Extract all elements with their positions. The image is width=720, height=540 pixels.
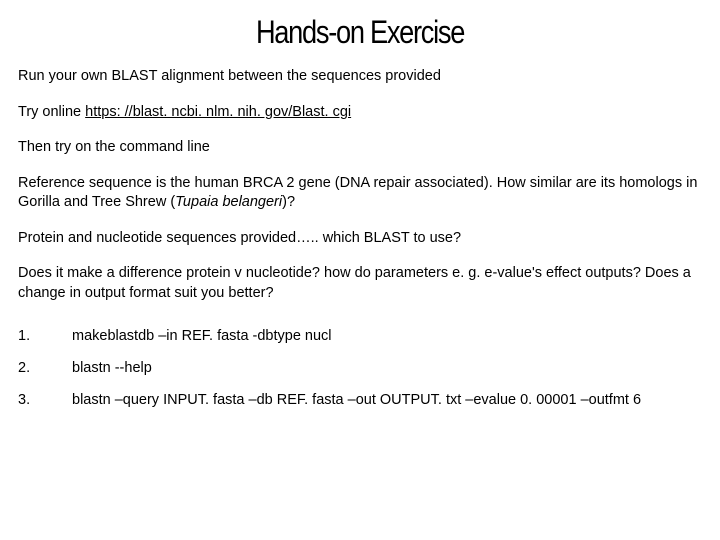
step-row: 2. blastn --help (18, 352, 702, 384)
command-steps: 1. makeblastdb –in REF. fasta -dbtype nu… (18, 320, 702, 416)
blast-url-link[interactable]: https: //blast. ncbi. nlm. nih. gov/Blas… (85, 104, 351, 120)
step-number: 1. (18, 320, 72, 352)
page-title: Hands-on Exercise (69, 14, 650, 51)
reference-text-b: )? (282, 194, 295, 210)
cli-paragraph: Then try on the command line (18, 138, 702, 158)
try-online-prefix: Try online (18, 104, 85, 120)
step-command: makeblastdb –in REF. fasta -dbtype nucl (72, 320, 702, 352)
reference-paragraph: Reference sequence is the human BRCA 2 g… (18, 174, 702, 213)
reference-text-a: Reference sequence is the human BRCA 2 g… (18, 175, 697, 211)
species-name: Tupaia belangeri (175, 194, 282, 210)
intro-paragraph: Run your own BLAST alignment between the… (18, 67, 702, 87)
step-row: 1. makeblastdb –in REF. fasta -dbtype nu… (18, 320, 702, 352)
step-command: blastn –query INPUT. fasta –db REF. fast… (72, 384, 702, 416)
step-command: blastn --help (72, 352, 702, 384)
which-blast-paragraph: Protein and nucleotide sequences provide… (18, 229, 702, 249)
step-row: 3. blastn –query INPUT. fasta –db REF. f… (18, 384, 702, 416)
try-online-paragraph: Try online https: //blast. ncbi. nlm. ni… (18, 103, 702, 123)
step-number: 2. (18, 352, 72, 384)
questions-paragraph: Does it make a difference protein v nucl… (18, 264, 702, 303)
step-number: 3. (18, 384, 72, 416)
